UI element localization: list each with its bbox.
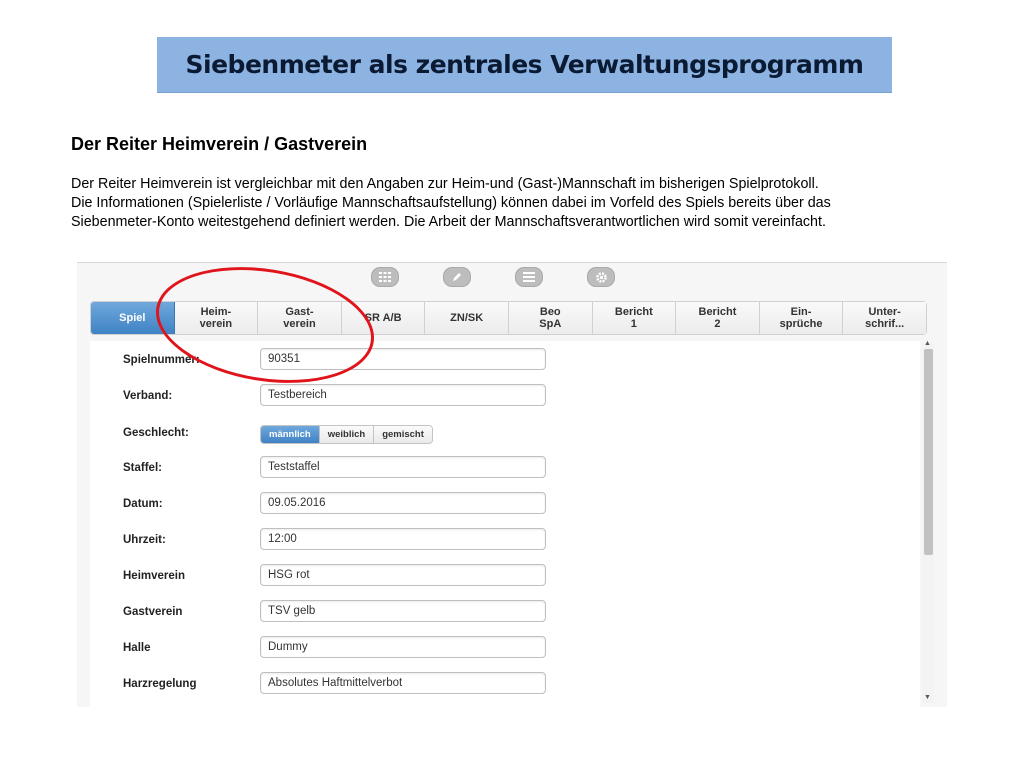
tab-sr-ab[interactable]: SR A/B bbox=[341, 302, 426, 334]
geschlecht-selector: männlich weiblich gemischt bbox=[260, 425, 433, 444]
tab-zn-sk[interactable]: ZN/SK bbox=[425, 302, 509, 334]
staffel-input[interactable]: Teststaffel bbox=[260, 456, 546, 478]
tab-label: Spiel bbox=[119, 312, 146, 324]
tab-label: Beo SpA bbox=[539, 306, 562, 330]
tab-spiel[interactable]: Spiel bbox=[91, 302, 175, 334]
harzregelung-input[interactable]: Absolutes Haftmittelverbot bbox=[260, 672, 546, 694]
tab-label: Ein-sprüche bbox=[779, 306, 823, 330]
list-icon[interactable] bbox=[515, 267, 543, 287]
tab-bericht-2[interactable]: Bericht 2 bbox=[676, 302, 760, 334]
harzregelung-label: Harzregelung bbox=[123, 678, 197, 690]
description-line: Die Informationen (Spielerliste / Vorläu… bbox=[71, 195, 831, 211]
form-panel: Spielnummer: 90351 Verband: Testbereich … bbox=[90, 341, 920, 707]
datum-label: Datum: bbox=[123, 498, 163, 510]
gear-icon[interactable] bbox=[587, 267, 615, 287]
scroll-up-icon[interactable]: ▲ bbox=[924, 340, 931, 347]
heimverein-input[interactable]: HSG rot bbox=[260, 564, 546, 586]
heimverein-label: Heimverein bbox=[123, 570, 186, 582]
gastverein-input[interactable]: TSV gelb bbox=[260, 600, 546, 622]
staffel-label: Staffel: bbox=[123, 462, 162, 474]
tab-label: Unter-schrif... bbox=[865, 306, 905, 330]
gastverein-label: Gastverein bbox=[123, 606, 183, 618]
uhrzeit-input[interactable]: 12:00 bbox=[260, 528, 546, 550]
tab-label: Bericht 1 bbox=[614, 306, 653, 330]
description-line: Der Reiter Heimverein ist vergleichbar m… bbox=[71, 176, 819, 192]
scrollbar-thumb[interactable] bbox=[924, 349, 933, 555]
tab-bericht-1[interactable]: Bericht 1 bbox=[592, 302, 677, 334]
description-text: Der Reiter Heimverein ist vergleichbar m… bbox=[71, 175, 931, 232]
tab-bar: Spiel Heim-verein Gast-verein SR A/B ZN/… bbox=[90, 301, 927, 335]
toolbar bbox=[77, 263, 947, 291]
tab-label: Bericht 2 bbox=[698, 306, 737, 330]
datum-input[interactable]: 09.05.2016 bbox=[260, 492, 546, 514]
geschlecht-option-gemischt[interactable]: gemischt bbox=[374, 426, 432, 443]
verband-input[interactable]: Testbereich bbox=[260, 384, 546, 406]
tab-label: ZN/SK bbox=[450, 312, 484, 324]
tab-beo-spa[interactable]: Beo SpA bbox=[508, 302, 593, 334]
tab-heimverein[interactable]: Heim-verein bbox=[174, 302, 259, 334]
tab-gastverein[interactable]: Gast-verein bbox=[258, 302, 342, 334]
halle-label: Halle bbox=[123, 642, 151, 654]
geschlecht-option-weiblich[interactable]: weiblich bbox=[319, 426, 375, 443]
halle-input[interactable]: Dummy bbox=[260, 636, 546, 658]
slide-title: Siebenmeter als zentrales Verwaltungspro… bbox=[185, 50, 864, 79]
geschlecht-label: Geschlecht: bbox=[123, 427, 189, 439]
tab-einsprueche[interactable]: Ein-sprüche bbox=[759, 302, 844, 334]
geschlecht-option-maennlich[interactable]: männlich bbox=[261, 426, 320, 443]
spielnummer-input[interactable]: 90351 bbox=[260, 348, 546, 370]
app-screenshot: Spiel Heim-verein Gast-verein SR A/B ZN/… bbox=[77, 262, 947, 707]
slide-title-banner: Siebenmeter als zentrales Verwaltungspro… bbox=[157, 37, 892, 93]
tab-label: Gast-verein bbox=[283, 306, 316, 330]
verband-label: Verband: bbox=[123, 390, 173, 402]
description-line: Siebenmeter-Konto weitestgehend definier… bbox=[71, 214, 826, 230]
tab-label: SR A/B bbox=[364, 312, 402, 324]
uhrzeit-label: Uhrzeit: bbox=[123, 534, 166, 546]
section-heading: Der Reiter Heimverein / Gastverein bbox=[71, 134, 368, 154]
tab-label: Heim-verein bbox=[199, 306, 233, 330]
pencil-icon[interactable] bbox=[443, 267, 471, 287]
tab-unterschriften[interactable]: Unter-schrif... bbox=[843, 302, 926, 334]
grid-icon[interactable] bbox=[371, 267, 399, 287]
scroll-down-icon[interactable]: ▼ bbox=[924, 694, 931, 701]
spielnummer-label: Spielnummer: bbox=[123, 354, 200, 366]
